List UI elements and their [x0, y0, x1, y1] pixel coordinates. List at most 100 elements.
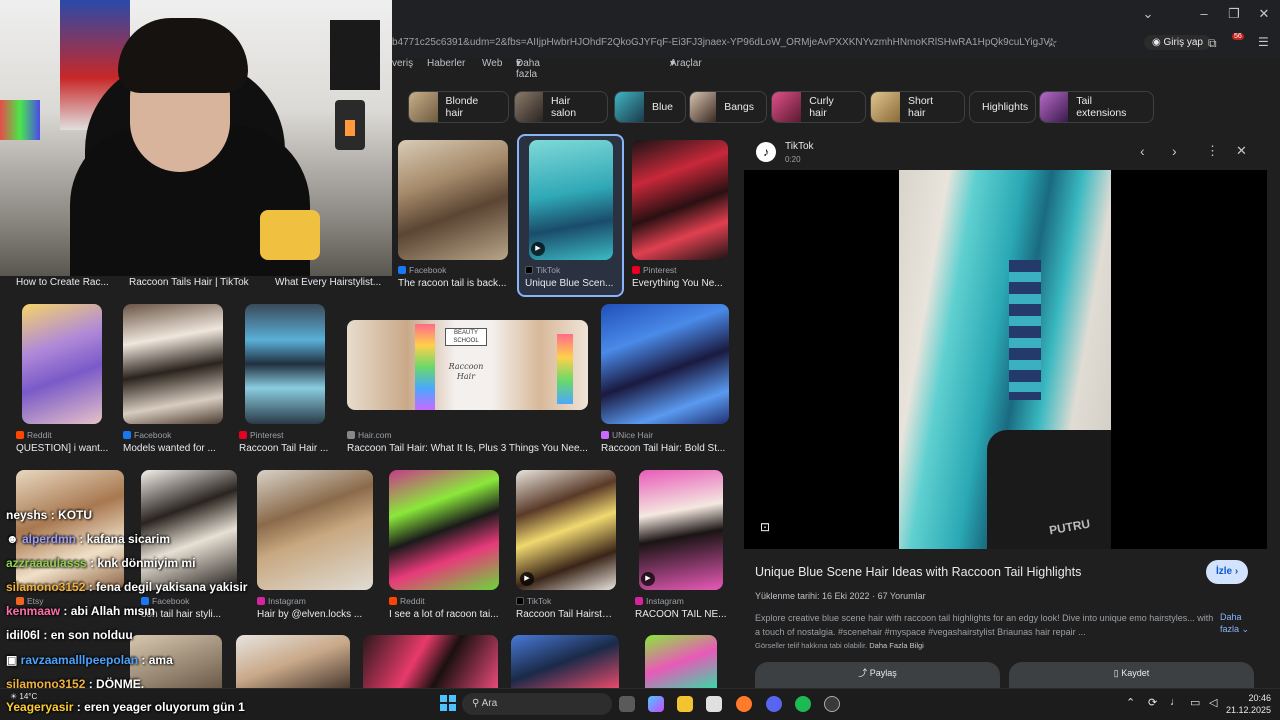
tray-expand-icon[interactable]: ⌃ [1126, 696, 1135, 709]
previous-icon[interactable]: ‹ [1140, 143, 1145, 159]
discord-icon[interactable] [766, 696, 782, 712]
tab-more[interactable]: Daha fazla ▾ [516, 58, 540, 80]
result-image [601, 304, 729, 424]
obs-icon[interactable] [824, 696, 840, 712]
tab-news[interactable]: Haberler [427, 58, 465, 69]
menu-icon[interactable]: ☰ [1258, 35, 1269, 49]
instagram-icon [257, 597, 265, 605]
next-icon[interactable]: › [1172, 143, 1177, 159]
lens-search-icon[interactable]: ⊡ [760, 520, 770, 534]
result-source: Facebook [398, 265, 446, 275]
taskbar-search[interactable]: ⚲ Ara [462, 693, 612, 715]
network-icon[interactable]: ▭ [1190, 696, 1200, 709]
panel-description: Explore creative blue scene hair with ra… [755, 613, 1214, 637]
result-image[interactable] [236, 635, 350, 688]
result-image[interactable] [645, 635, 717, 688]
windows-start-icon[interactable] [440, 695, 456, 711]
source-label: TikTok [536, 265, 561, 275]
close-panel-icon[interactable]: ✕ [1236, 143, 1247, 159]
more-options-icon[interactable]: ⋮ [1206, 143, 1219, 159]
chip-thumbnail [409, 92, 438, 122]
chat-username: azzraaaulasss [6, 556, 87, 570]
store-icon[interactable] [706, 696, 722, 712]
pinterest-icon [632, 266, 640, 274]
firefox-icon[interactable] [736, 696, 752, 712]
facebook-icon [398, 266, 406, 274]
result-tile[interactable]: Reddit I see a lot of racoon tai... [389, 470, 501, 620]
chat-username: silamono3152 [6, 580, 86, 594]
result-tile[interactable]: Pinterest Everything You Ne... [632, 140, 730, 290]
result-tile[interactable]: ▶ Instagram RACOON TAIL NE... [635, 470, 731, 620]
result-tile-selected[interactable]: ▶ TikTok Unique Blue Scen... [517, 134, 624, 297]
panel-title[interactable]: Unique Blue Scene Hair Ideas with Raccoo… [755, 565, 1081, 579]
sync-icon[interactable]: ⟳ [1148, 696, 1157, 709]
result-tile[interactable]: Instagram Hair by @elven.locks ... [257, 470, 375, 620]
beauty-school-logo: BEAUTY SCHOOL [445, 328, 487, 346]
task-view-icon[interactable] [619, 696, 635, 712]
extensions-icon[interactable]: ⧉ [1208, 36, 1217, 51]
tools-button[interactable]: Araçlar ▾ [670, 58, 702, 69]
result-image[interactable] [363, 635, 498, 688]
watch-button[interactable]: İzle › [1206, 560, 1249, 584]
login-button[interactable]: ◉ Giriş yap [1144, 35, 1211, 50]
file-explorer-icon[interactable] [677, 696, 693, 712]
learn-more-link[interactable]: Daha Fazla Bilgi [869, 641, 924, 650]
chip-label: Blonde hair [445, 95, 479, 119]
tab-web[interactable]: Web [482, 58, 502, 69]
chip-bangs[interactable]: Bangs [689, 91, 767, 123]
result-tile[interactable]: UNice Hair Raccoon Tail Hair: Bold St... [601, 304, 731, 454]
chip-short-hair[interactable]: Short hair [870, 91, 965, 123]
bookmark-star-icon[interactable]: ☆ [1046, 35, 1058, 51]
result-tile[interactable]: Facebook Models wanted for ... [123, 304, 231, 454]
minimize-button[interactable]: – [1194, 6, 1214, 21]
chip-curly-hair[interactable]: Curly hair [771, 91, 866, 123]
result-caption: Raccoon Tail Hairstyl... [516, 609, 616, 620]
result-tile[interactable]: Pinterest Raccoon Tail Hair ... [239, 304, 343, 454]
tab-shopping[interactable]: veriş [392, 58, 413, 69]
panel-source-name[interactable]: TikTok [785, 141, 814, 152]
maximize-button[interactable]: ❐ [1224, 6, 1244, 22]
source-label: TikTok [527, 596, 552, 606]
result-caption: Models wanted for ... [123, 443, 216, 454]
result-source: TikTok [516, 596, 551, 606]
chip-blonde-hair[interactable]: Blonde hair [408, 91, 509, 123]
save-button[interactable]: ▯ Kaydet [1009, 662, 1254, 688]
chat-text: fena degil yakisana yakisir [96, 580, 248, 594]
result-tile[interactable]: BEAUTY SCHOOL Raccoon Hair Hair.com Raccoo… [347, 304, 597, 454]
banner-line: SCHOOL [453, 338, 479, 344]
result-image [141, 470, 237, 590]
url-text[interactable]: b4771c25c6391&udm=2&fbs=AIIjpHwbrHJOhdF2… [392, 32, 1052, 54]
result-caption: Raccoon Tail Hair: Bold St... [601, 443, 726, 454]
result-image[interactable] [511, 635, 619, 688]
result-caption: Raccoon Tails Hair | TikTok [129, 277, 249, 288]
result-tile[interactable]: Reddit QUESTION] i want... [16, 304, 120, 454]
raccoon-stripes [1009, 260, 1041, 400]
volume-icon[interactable]: ◁ [1209, 696, 1217, 709]
banner-line: Hair [456, 372, 476, 381]
microphone-icon[interactable]: ♩ [1170, 696, 1181, 708]
result-tile[interactable]: ▶ TikTok Raccoon Tail Hairstyl... [516, 470, 620, 620]
close-window-button[interactable]: ✕ [1254, 6, 1274, 22]
unice-icon [601, 431, 609, 439]
chip-blue[interactable]: Blue [614, 91, 686, 123]
more-button[interactable]: Daha fazla ⌄ [1220, 611, 1260, 635]
chip-tail-extensions[interactable]: Tail extensions [1039, 91, 1154, 123]
tab-list-chevron-icon[interactable]: ⌄ [1138, 6, 1158, 22]
chip-thumbnail [515, 92, 543, 122]
share-button[interactable]: ⤴ Paylaş [755, 662, 1000, 688]
chip-highlights[interactable]: Highlights [969, 91, 1036, 123]
result-image [398, 140, 508, 260]
result-caption: What Every Hairstylist... [275, 277, 382, 288]
spotify-icon[interactable] [795, 696, 811, 712]
preview-media[interactable]: PUTRU ⊡ [744, 170, 1267, 549]
taskbar-clock[interactable]: 20:46 21.12.2025 [1226, 692, 1271, 716]
chip-hair-salon[interactable]: Hair salon [514, 91, 608, 123]
mic-light [345, 120, 355, 136]
result-tile[interactable]: Facebook The racoon tail is back... [398, 140, 510, 290]
result-source: TikTok [525, 265, 560, 275]
chat-message: kenmaaw : abi Allah mısın [6, 604, 155, 618]
search-icon: ⚲ [472, 698, 482, 709]
result-image [257, 470, 373, 590]
copilot-icon[interactable] [648, 696, 664, 712]
chip-thumbnail [690, 92, 717, 122]
